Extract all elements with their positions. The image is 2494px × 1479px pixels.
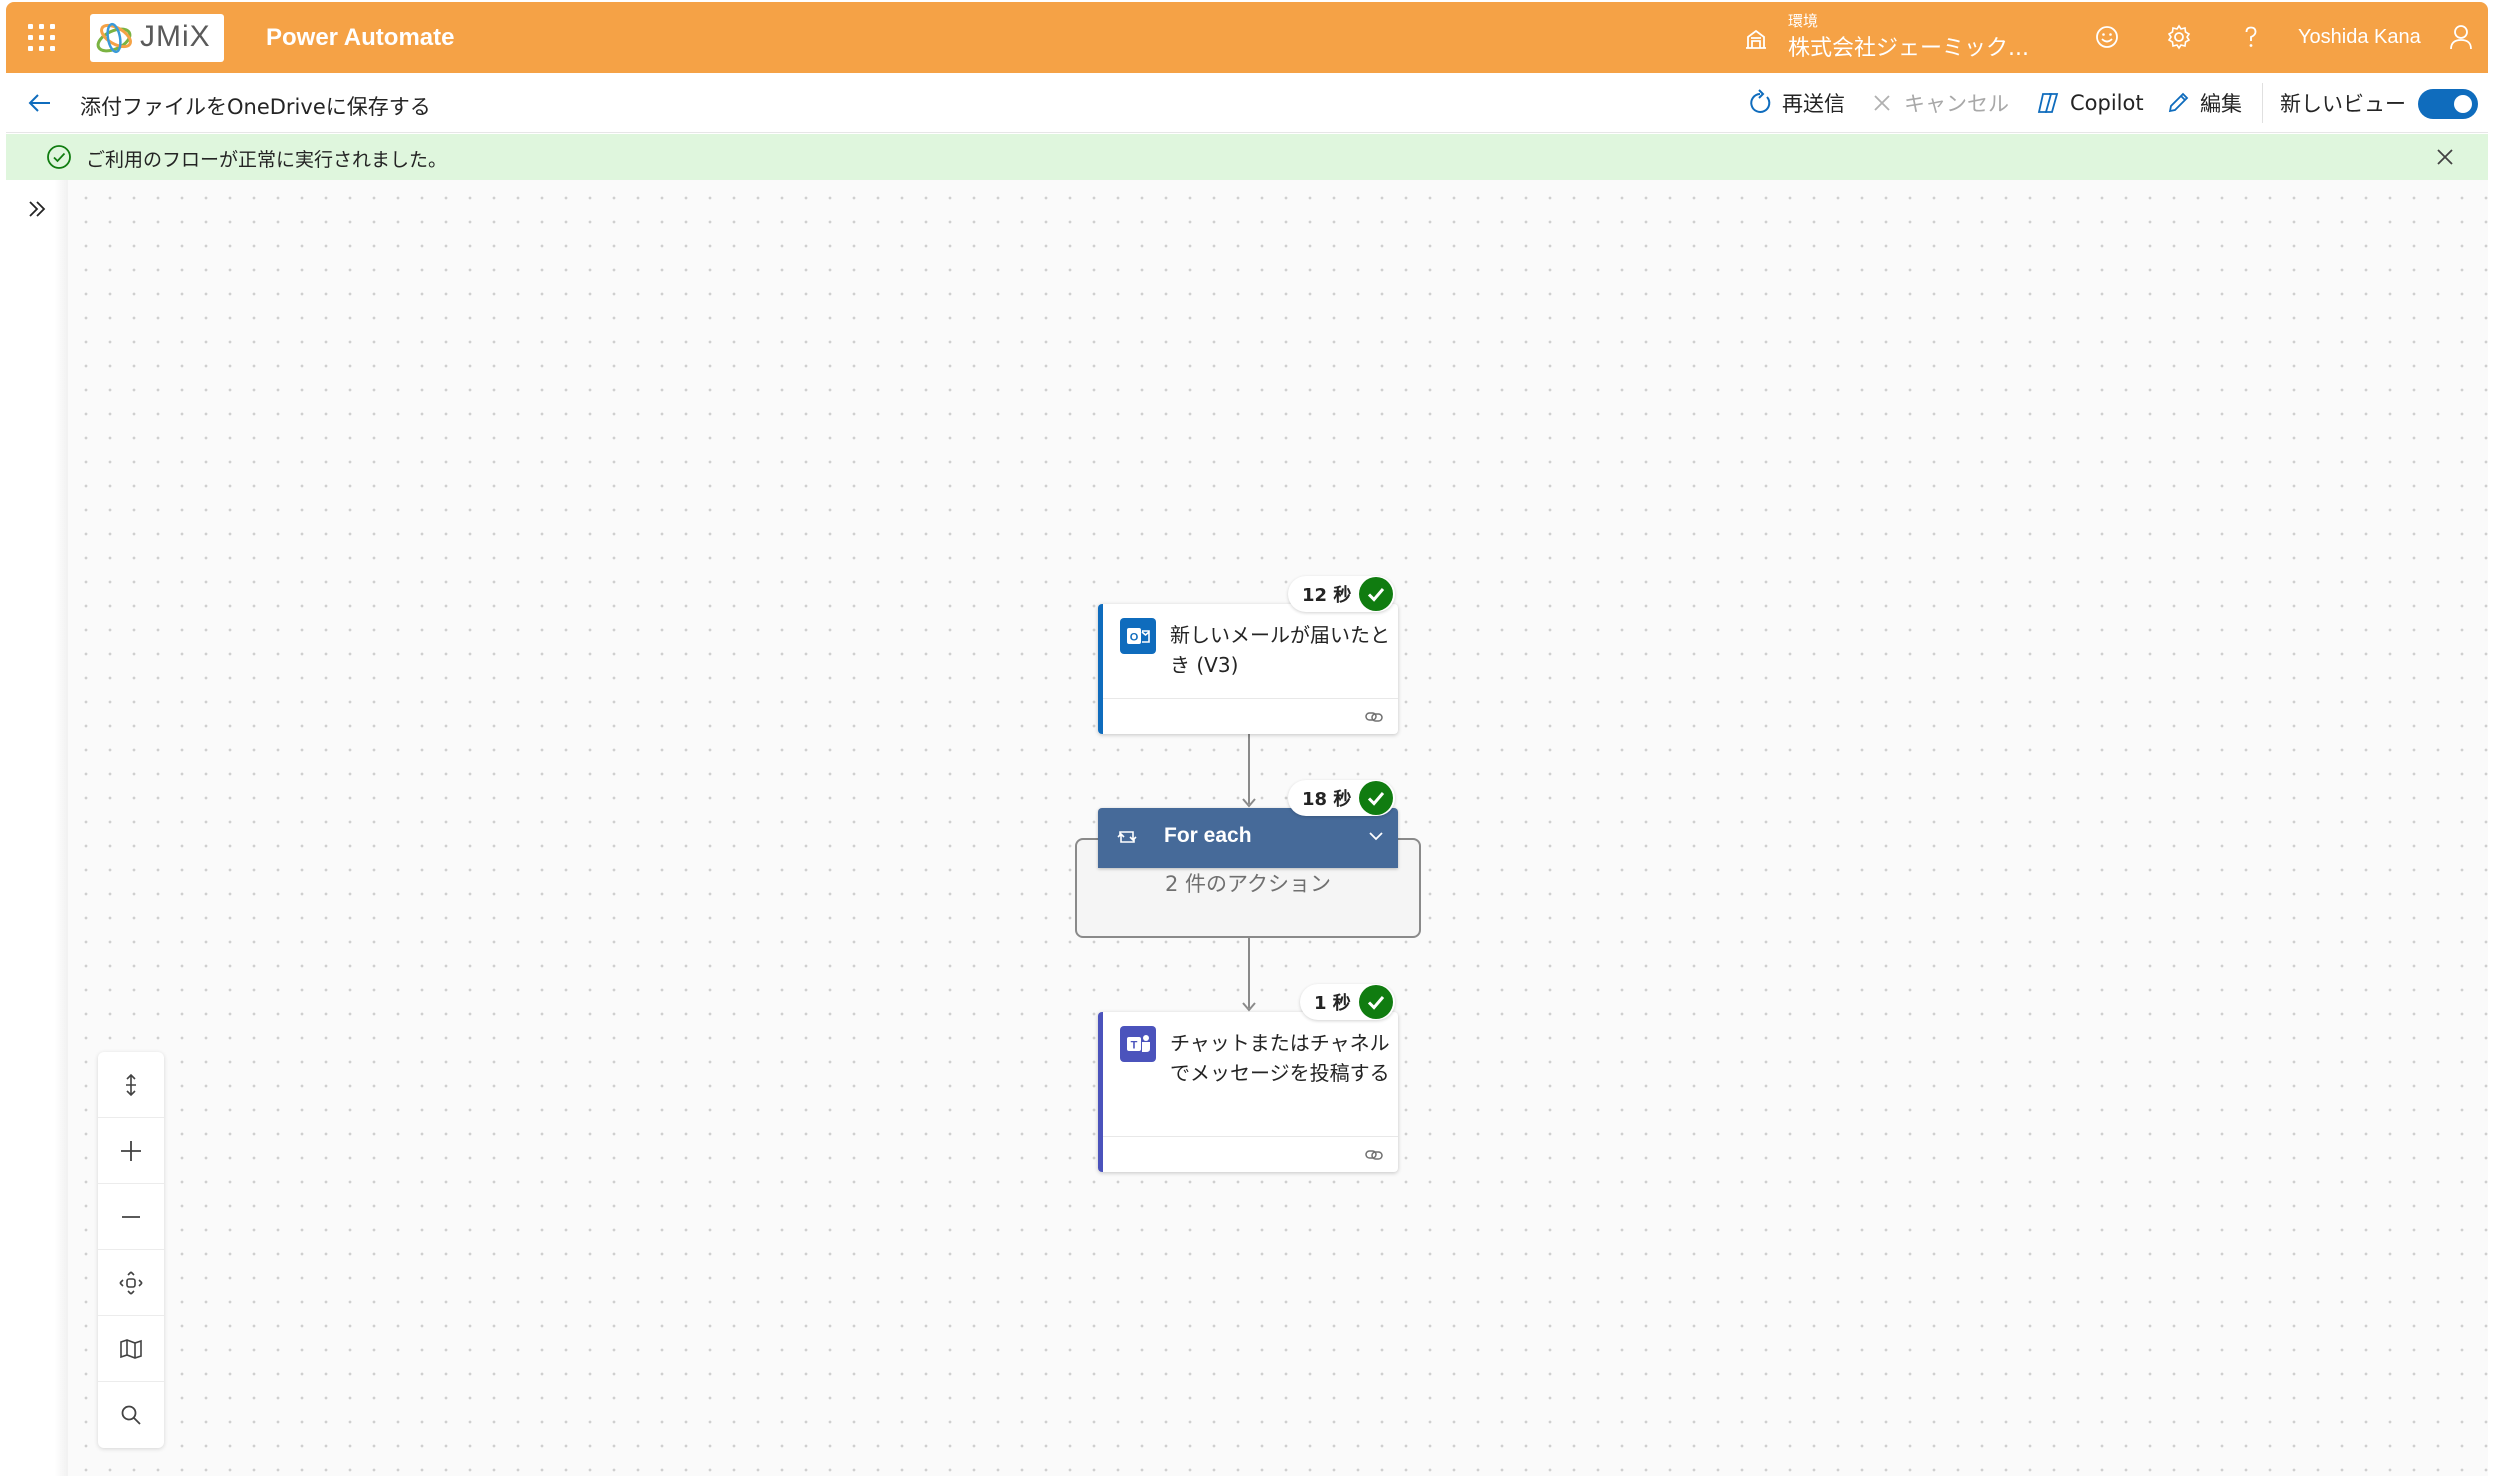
edit-pencil-icon	[2168, 92, 2189, 113]
trigger-duration: 12 秒	[1302, 585, 1352, 606]
zoom-in-icon	[121, 1140, 141, 1161]
trigger-card[interactable]: O 新しいメールが届いたとき (V3)	[1098, 604, 1398, 734]
loop-icon	[1117, 831, 1137, 843]
edit-label: 編集	[2200, 92, 2242, 116]
fit-view-icon	[119, 1270, 143, 1295]
link-chain-icon	[1365, 1150, 1383, 1160]
zoom-controls	[98, 1052, 164, 1448]
copilot-label: Copilot	[2070, 91, 2144, 115]
minimap-icon	[120, 1338, 142, 1359]
environment-icon[interactable]	[1742, 24, 1770, 52]
left-rail	[6, 180, 68, 1476]
trigger-duration-badge: 12 秒	[1288, 576, 1396, 612]
foreach-duration: 18 秒	[1302, 789, 1352, 810]
fit-vertical-button[interactable]	[98, 1052, 164, 1118]
post-message-duration-badge: 1 秒	[1300, 984, 1395, 1020]
fit-vertical-icon	[126, 1073, 136, 1096]
environment-name[interactable]: 株式会社ジェーミック...	[1788, 30, 2029, 62]
foreach-duration-badge: 18 秒	[1288, 780, 1396, 816]
app-title[interactable]: Power Automate	[266, 24, 454, 52]
command-divider	[2262, 83, 2263, 123]
svg-text:T: T	[1131, 1040, 1138, 1052]
help-question-icon[interactable]	[2236, 22, 2266, 52]
success-check-circle-icon	[47, 145, 71, 169]
connector-line	[1248, 938, 1250, 1008]
success-banner: ご利用のフローが正常に実行されました。	[6, 134, 2488, 180]
connector-arrow-icon	[1242, 798, 1256, 808]
zoom-in-button[interactable]	[98, 1118, 164, 1184]
foreach-header[interactable]: For each	[1098, 808, 1398, 868]
resubmit-button[interactable]: 再送信	[1746, 85, 1845, 121]
expand-chevrons-icon[interactable]	[24, 196, 50, 222]
search-icon	[121, 1405, 141, 1425]
logo-mark-icon	[96, 22, 132, 54]
card-footer	[1103, 1136, 1398, 1172]
success-check-icon	[1358, 985, 1393, 1019]
settings-gear-icon[interactable]	[2164, 22, 2194, 52]
post-message-title: チャットまたはチャネルでメッセージを投稿する	[1170, 1031, 1390, 1085]
user-avatar-icon[interactable]	[2446, 22, 2476, 52]
company-logo[interactable]: JMiX	[90, 14, 224, 62]
app-launcher-icon[interactable]	[28, 24, 56, 52]
cancel-label: キャンセル	[1904, 92, 2009, 116]
command-bar: 添付ファイルをOneDriveに保存する 再送信 キャンセル Copilot 編…	[6, 73, 2488, 133]
feedback-smiley-icon[interactable]	[2092, 22, 2122, 52]
cancel-button[interactable]: キャンセル	[1868, 85, 2009, 121]
close-icon[interactable]	[2434, 146, 2456, 168]
toggle-knob	[2454, 95, 2472, 113]
new-view-toggle[interactable]	[2418, 89, 2478, 119]
minimap-button[interactable]	[98, 1316, 164, 1382]
resubmit-icon	[1750, 89, 1771, 113]
zoom-out-button[interactable]	[98, 1184, 164, 1250]
environment-label: 環境	[1788, 12, 1819, 30]
copilot-button[interactable]: Copilot	[2034, 85, 2144, 121]
post-message-duration: 1 秒	[1314, 993, 1351, 1014]
banner-message: ご利用のフローが正常に実行されました。	[86, 149, 448, 171]
flow-title: 添付ファイルをOneDriveに保存する	[80, 95, 431, 119]
foreach-title: For each	[1164, 824, 1252, 847]
fit-view-button[interactable]	[98, 1250, 164, 1316]
success-check-icon	[1359, 577, 1394, 611]
success-check-icon	[1359, 781, 1394, 815]
svg-text:O: O	[1130, 632, 1139, 644]
connector-line	[1248, 734, 1250, 804]
connector-arrow-icon	[1242, 1002, 1256, 1012]
user-name[interactable]: Yoshida Kana	[2298, 26, 2421, 49]
copilot-icon	[2037, 93, 2059, 113]
app-header: JMiX Power Automate 環境 株式会社ジェーミック... Yos…	[6, 2, 2488, 73]
new-view-label: 新しいビュー	[2280, 92, 2406, 116]
chevron-down-icon[interactable]	[1366, 826, 1386, 846]
back-arrow-icon[interactable]	[26, 89, 54, 117]
resubmit-label: 再送信	[1782, 92, 1845, 116]
logo-text: JMiX	[140, 20, 211, 53]
post-message-card[interactable]: T チャットまたはチャネルでメッセージを投稿する	[1098, 1012, 1398, 1172]
foreach-summary[interactable]: 2 件のアクション	[1077, 868, 1419, 898]
search-button[interactable]	[98, 1382, 164, 1448]
teams-icon: T	[1120, 1026, 1156, 1062]
trigger-title: 新しいメールが届いたとき (V3)	[1170, 623, 1390, 677]
cancel-x-icon	[1874, 95, 1890, 111]
edit-button[interactable]: 編集	[2164, 85, 2242, 121]
link-chain-icon	[1365, 712, 1383, 722]
card-footer	[1103, 698, 1398, 734]
zoom-out-icon	[122, 1215, 140, 1218]
outlook-icon: O	[1120, 618, 1156, 654]
